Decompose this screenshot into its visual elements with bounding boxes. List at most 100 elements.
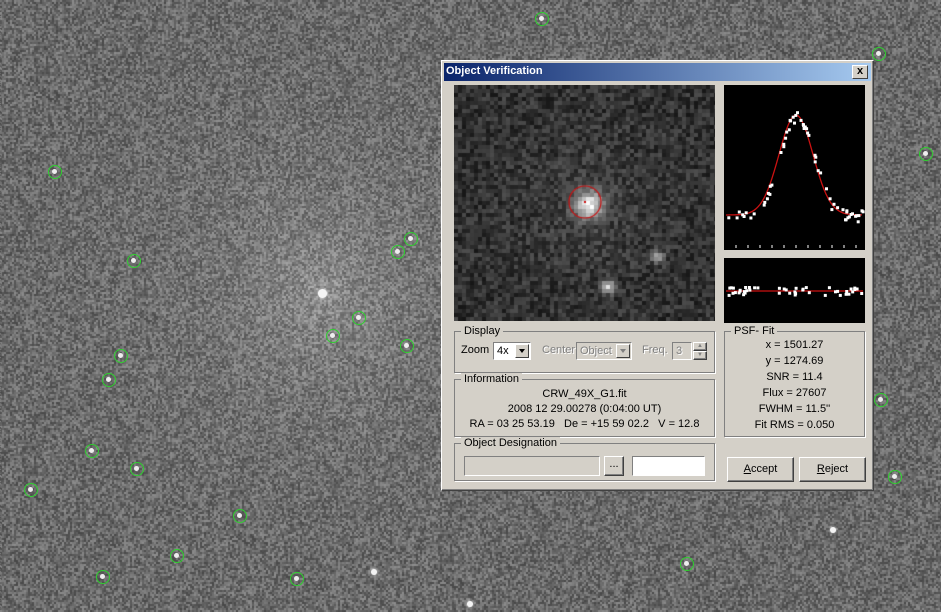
dialog-title: Object Verification <box>446 65 543 77</box>
reject-label: eject <box>824 463 849 475</box>
star-marker[interactable] <box>874 393 888 407</box>
star-marker[interactable] <box>391 245 405 259</box>
zoom-select[interactable]: 4x <box>493 342 531 360</box>
display-group: Display Zoom 4x Center Object Freq. 3 ▲ … <box>454 325 715 373</box>
residual-data-point <box>731 291 735 295</box>
bright-star <box>467 601 473 607</box>
spin-down-icon[interactable]: ▼ <box>693 351 707 360</box>
psf-fit-legend: PSF- Fit <box>731 325 778 337</box>
residual-data-point <box>744 286 748 289</box>
psf-data-point <box>841 208 845 212</box>
psf-data-point <box>735 216 739 220</box>
accept-button[interactable]: Accept <box>727 457 794 482</box>
psf-data-point <box>814 155 818 159</box>
star-marker[interactable] <box>233 509 247 523</box>
psf-data-point <box>766 191 770 195</box>
psf-x: x = 1501.27 <box>765 339 824 351</box>
residual-data-point <box>784 288 788 292</box>
designation-legend: Object Designation <box>461 437 560 449</box>
residual-data-point <box>844 292 848 296</box>
residual-data-point <box>794 292 798 296</box>
star-marker[interactable] <box>872 47 886 61</box>
psf-residual-plot <box>724 258 865 323</box>
freq-spinner[interactable]: ▲ ▼ <box>693 342 707 360</box>
zoomed-object-view[interactable] <box>454 85 715 321</box>
bright-star <box>830 527 836 533</box>
star-marker[interactable] <box>535 12 549 26</box>
bright-star <box>371 569 377 575</box>
zoomed-image <box>454 85 715 321</box>
residual-data-point <box>845 290 849 293</box>
designation-field[interactable] <box>464 456 600 476</box>
star-marker[interactable] <box>888 470 902 484</box>
residual-data-point <box>823 293 827 297</box>
chevron-down-icon[interactable] <box>616 344 630 358</box>
browse-button[interactable]: ... <box>604 456 624 476</box>
star-marker[interactable] <box>919 147 933 161</box>
psf-data-point <box>803 125 807 129</box>
psf-fit-curve <box>726 114 862 216</box>
psf-data-point <box>752 212 756 216</box>
psf-data-point <box>749 216 753 220</box>
residual-data-point <box>745 289 749 293</box>
star-marker[interactable] <box>85 444 99 458</box>
information-legend: Information <box>461 373 523 385</box>
residual-data-point <box>838 293 842 297</box>
information-group: Information CRW_49X_G1.fit 2008 12 29.00… <box>454 373 715 437</box>
psf-data-point <box>779 151 783 154</box>
star-marker[interactable] <box>114 349 128 363</box>
star-marker[interactable] <box>96 570 110 584</box>
designation-name-field[interactable] <box>632 456 705 476</box>
residual-data-point <box>731 286 735 290</box>
psf-data-point <box>787 128 791 132</box>
psf-data-point <box>844 218 847 222</box>
freq-label: Freq. <box>642 344 668 356</box>
reject-hotkey: R <box>816 463 825 475</box>
residual-data-point <box>737 291 741 295</box>
residual-data-point <box>801 287 805 291</box>
spin-up-icon[interactable]: ▲ <box>693 342 707 351</box>
psf-data-point <box>762 203 766 207</box>
center-select[interactable]: Object <box>576 342 632 360</box>
dialog-titlebar[interactable]: Object Verification x <box>444 63 871 81</box>
star-marker[interactable] <box>400 339 414 353</box>
psf-data-point <box>799 118 803 122</box>
star-marker[interactable] <box>130 462 144 476</box>
psf-data-point <box>763 200 767 204</box>
residual-data-point <box>747 286 751 289</box>
residual-data-point <box>753 286 757 290</box>
residual-data-point <box>860 292 864 295</box>
psf-data-point <box>856 220 860 224</box>
psf-data-point <box>784 136 788 140</box>
star-marker[interactable] <box>127 254 141 268</box>
star-marker[interactable] <box>326 329 340 343</box>
star-marker[interactable] <box>170 549 184 563</box>
residual-data-point <box>853 288 857 291</box>
star-marker[interactable] <box>352 311 366 325</box>
reject-button[interactable]: Reject <box>799 457 866 482</box>
center-value: Object <box>580 345 612 357</box>
psf-flux: Flux = 27607 <box>762 387 827 399</box>
psf-data-point <box>825 187 828 191</box>
star-marker[interactable] <box>680 557 694 571</box>
star-marker[interactable] <box>404 232 418 246</box>
star-marker[interactable] <box>24 483 38 497</box>
close-button[interactable]: x <box>852 65 868 79</box>
residual-data-point <box>794 286 798 290</box>
chevron-down-icon[interactable] <box>515 344 529 358</box>
psf-data-point <box>796 111 799 115</box>
residual-data-point <box>788 291 792 295</box>
psf-data-point <box>832 202 836 206</box>
star-marker[interactable] <box>290 572 304 586</box>
psf-data-point <box>813 160 817 164</box>
residual-data-point <box>742 293 746 297</box>
psf-residual-svg <box>726 286 864 297</box>
info-filename: CRW_49X_G1.fit <box>542 388 627 400</box>
psf-data-point <box>828 197 832 201</box>
star-marker[interactable] <box>48 165 62 179</box>
residual-data-point <box>827 286 831 290</box>
info-coordinates: RA = 03 25 53.19 De = +15 59 02.2 V = 12… <box>469 418 700 430</box>
bright-star <box>318 289 327 298</box>
star-marker[interactable] <box>102 373 116 387</box>
freq-input[interactable]: 3 <box>672 342 692 360</box>
